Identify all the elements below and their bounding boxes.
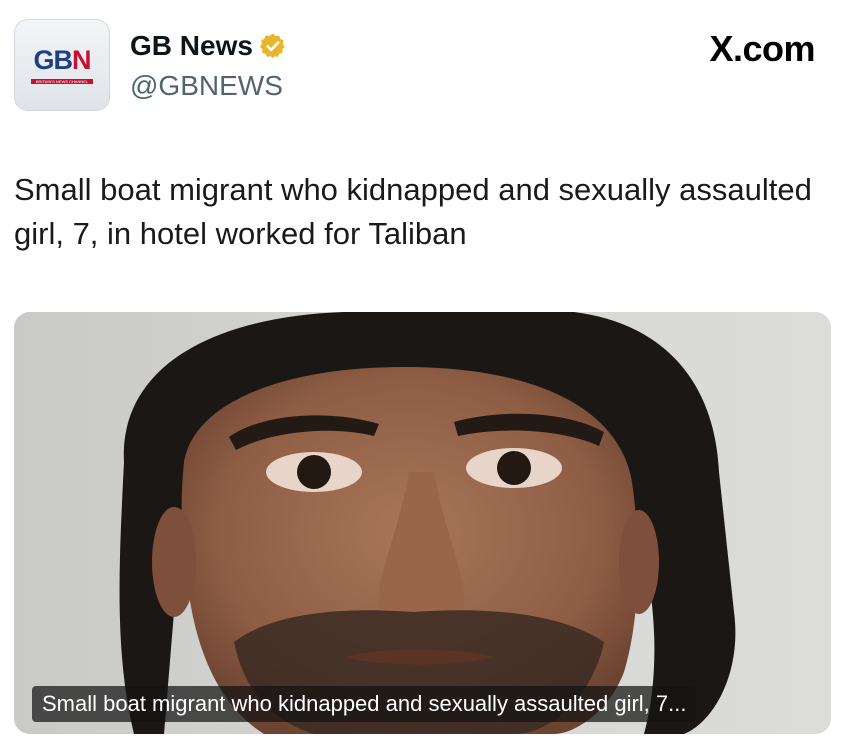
account-name-row: GB News <box>130 30 287 62</box>
verified-badge-icon <box>259 33 285 59</box>
gbn-logo: GBN <box>33 44 92 75</box>
account-avatar[interactable]: GBN BRITAIN'S NEWS CHANNEL <box>14 19 110 111</box>
media-caption: Small boat migrant who kidnapped and sex… <box>32 686 697 722</box>
right-ear <box>619 510 659 614</box>
left-ear <box>152 507 196 617</box>
portrait-photo <box>14 312 831 734</box>
logo-text-gb: GB <box>33 44 73 75</box>
tweet-header: GBN BRITAIN'S NEWS CHANNEL GB News @GBNE… <box>0 0 843 130</box>
site-label: X.com <box>709 28 815 69</box>
account-info: GB News @GBNEWS <box>130 30 287 102</box>
logo-subtext: BRITAIN'S NEWS CHANNEL <box>31 78 93 84</box>
account-handle[interactable]: @GBNEWS <box>130 70 287 102</box>
account-name[interactable]: GB News <box>130 30 253 62</box>
tweet-text: Small boat migrant who kidnapped and sex… <box>14 172 812 251</box>
logo-text-n: N <box>72 44 91 75</box>
tweet-media[interactable]: Small boat migrant who kidnapped and sex… <box>14 312 831 734</box>
